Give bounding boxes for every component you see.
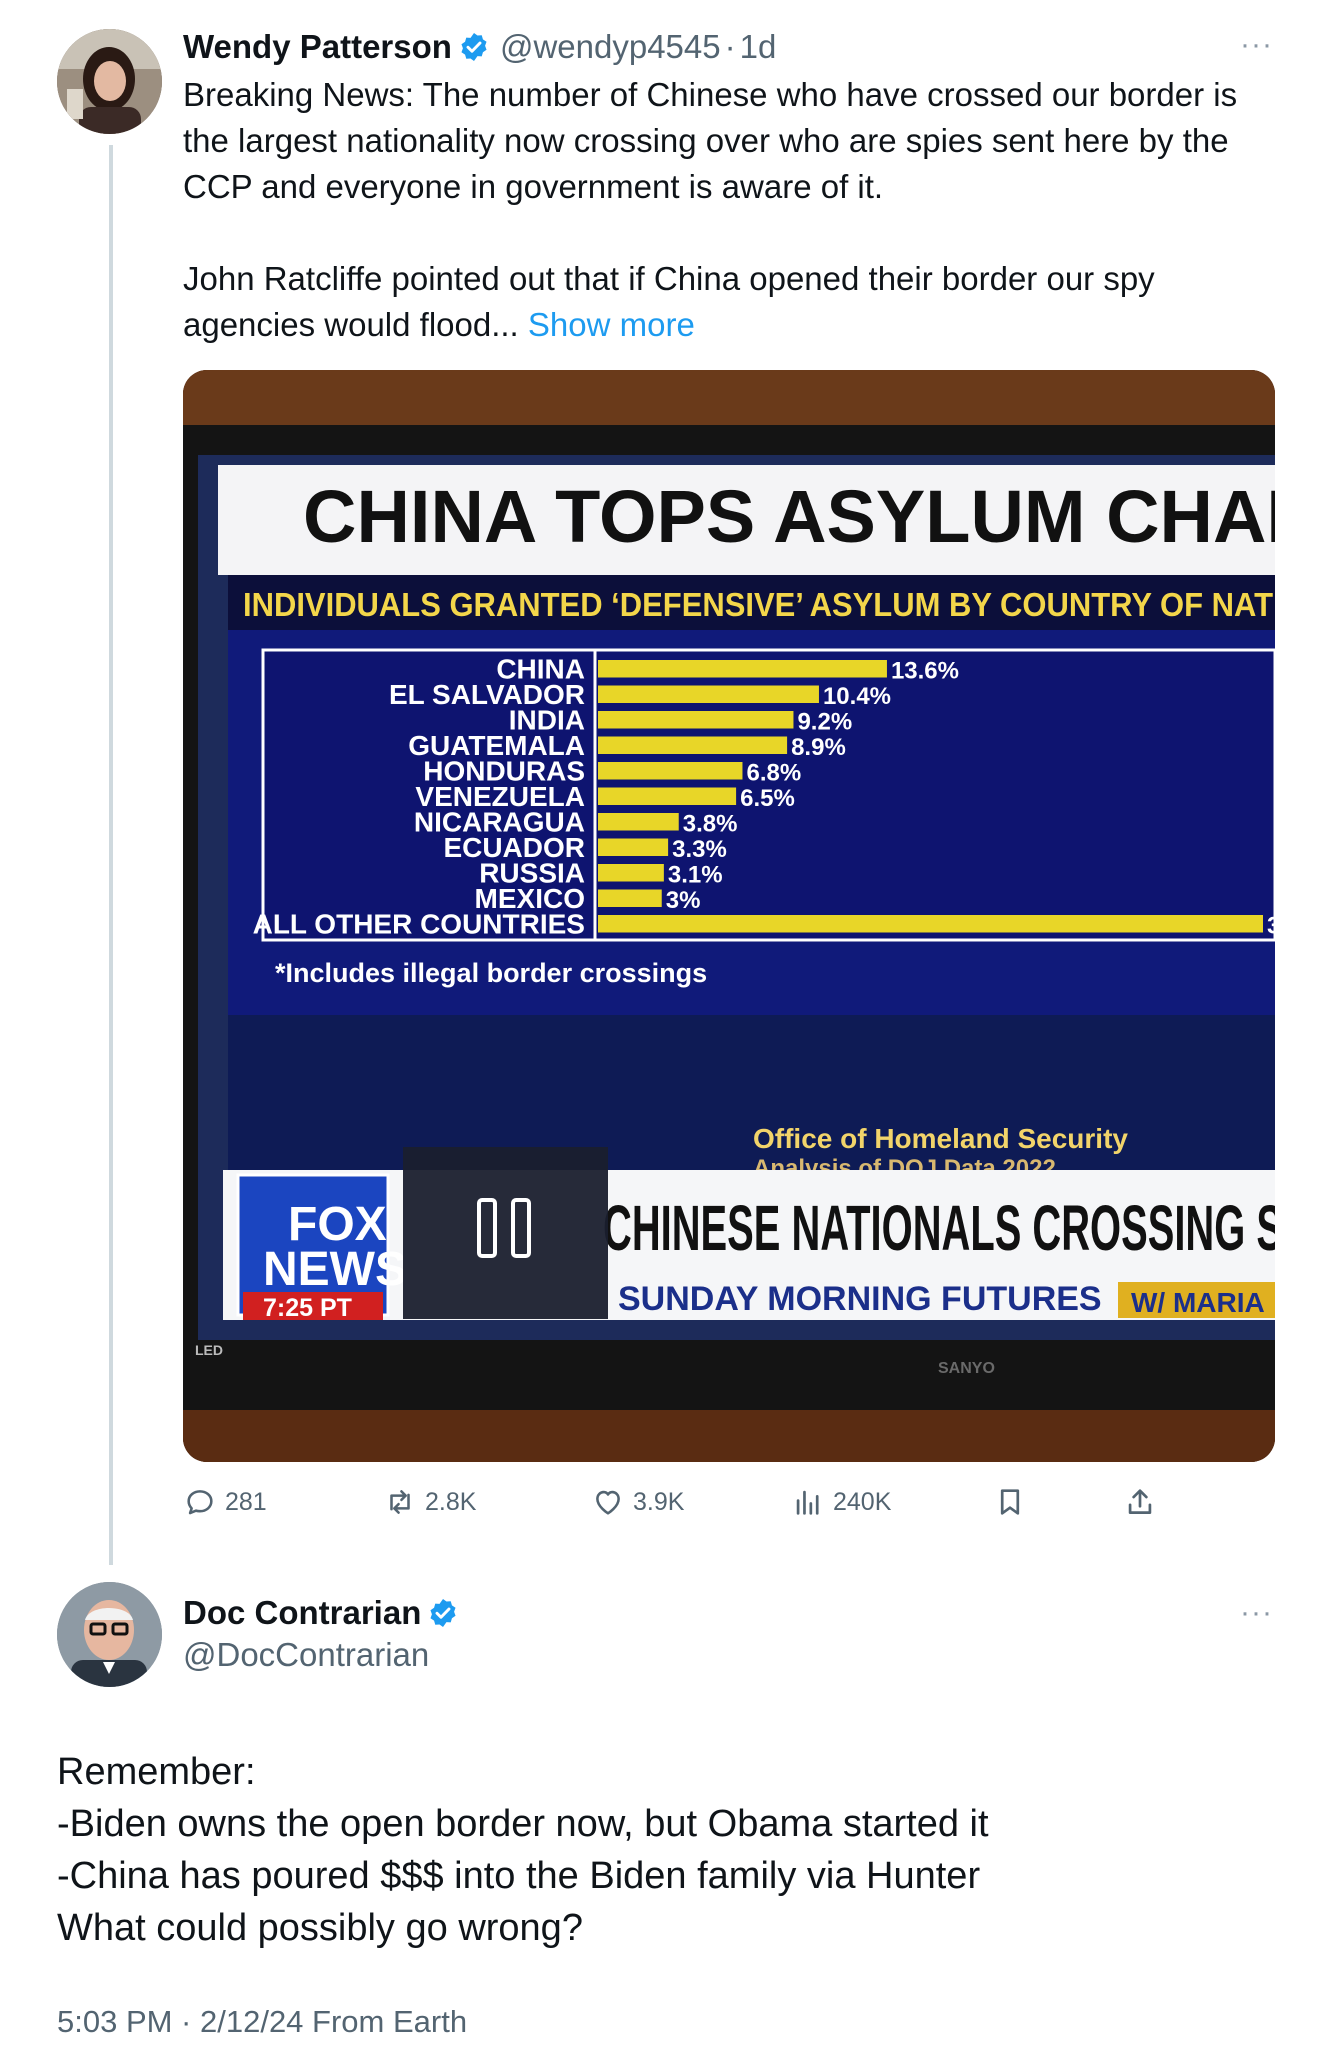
repost-button[interactable]: 2.8K: [383, 1480, 476, 1524]
chart-value-label: 10.4%: [823, 683, 891, 710]
verified-icon: [461, 33, 487, 61]
source-line1: Office of Homeland Security: [753, 1123, 1128, 1154]
chart-category-label: ALL OTHER COUNTRIES: [253, 909, 585, 940]
avatar-doc[interactable]: [57, 1582, 162, 1687]
tv-photo: CHINA TOPS ASYLUM CHAR INDIVIDUALS GRANT…: [183, 370, 1275, 1462]
tweet-action-bar: 281 2.8K 3.9K 240K: [183, 1480, 1183, 1524]
bookmark-button[interactable]: [993, 1480, 1035, 1524]
avatar-doc-image: [57, 1582, 162, 1687]
chart-bar: [598, 787, 737, 805]
chart-value-label: 3%: [666, 887, 701, 914]
pause-overlay[interactable]: [403, 1147, 608, 1319]
chart-bar: [598, 660, 887, 678]
chart-subheadline: INDIVIDUALS GRANTED ‘DEFENSIVE’ ASYLUM B…: [243, 586, 1273, 623]
views-button[interactable]: 240K: [791, 1480, 891, 1524]
chart-value-label: 3.1%: [668, 862, 723, 889]
tweet-text-line: agencies would flood...: [183, 306, 519, 343]
network-line2: NEWS: [263, 1243, 407, 1296]
chart-headline: CHINA TOPS ASYLUM CHAR: [303, 475, 1275, 558]
header-separator: ·: [724, 28, 736, 65]
chart-value-label: 6.5%: [740, 785, 795, 812]
chart-value-label: 3.8%: [683, 811, 738, 838]
reply-author-handle[interactable]: @DocContrarian: [183, 1636, 429, 1674]
tweet-text-line: CCP and everyone in government is aware …: [183, 168, 884, 205]
share-button[interactable]: [1123, 1480, 1165, 1524]
views-icon: [796, 1490, 819, 1515]
chart-bar: [598, 889, 662, 907]
reply-text-line: -Biden owns the open border now, but Oba…: [57, 1803, 989, 1845]
chart-bar: [598, 736, 788, 754]
verified-icon: [430, 1599, 456, 1627]
bookmark-icon: [1000, 1489, 1020, 1515]
chart-value-label: 13.6%: [891, 658, 959, 685]
thread-line: [109, 145, 113, 1565]
chart-value-label: 9.2%: [797, 709, 852, 736]
network-clock: 7:25 PT: [263, 1294, 352, 1322]
reply-text-line: -China has poured $$$ into the Biden fam…: [57, 1855, 981, 1897]
ticker-main: CHINESE NATIONALS CROSSING S: [603, 1192, 1275, 1264]
show-more-link[interactable]: Show more: [528, 306, 695, 343]
like-icon: [596, 1490, 620, 1515]
like-button[interactable]: 3.9K: [591, 1480, 684, 1524]
reply-timestamp[interactable]: 5:03 PM · 2/12/24 From Earth: [57, 2004, 467, 2040]
reply-author-name[interactable]: Doc Contrarian: [183, 1594, 421, 1632]
reply-header: Doc Contrarian: [183, 1590, 459, 1636]
tweet-text-line: the largest nationality now crossing ove…: [183, 122, 1229, 159]
tweet-time[interactable]: 1d: [740, 28, 777, 66]
tweet-text-line: Breaking News: The number of Chinese who…: [183, 76, 1238, 113]
tweet-media[interactable]: CHINA TOPS ASYLUM CHAR INDIVIDUALS GRANT…: [183, 370, 1275, 1462]
share-icon: [1128, 1489, 1152, 1514]
tweet-header: Wendy Patterson @wendyp4545 · 1d: [183, 24, 776, 70]
ticker-show: SUNDAY MORNING FUTURES: [618, 1280, 1102, 1318]
chart-bar: [598, 685, 819, 703]
chart-bar: [598, 762, 743, 780]
chart-bar: [598, 711, 794, 729]
repost-count: 2.8K: [425, 1487, 477, 1516]
chart-bar: [598, 864, 664, 882]
reply-count: 281: [225, 1487, 267, 1516]
chart-footnote: *Includes illegal border crossings: [275, 958, 707, 988]
avatar-wendy[interactable]: [57, 29, 162, 134]
tv-brand: SANYO: [938, 1360, 995, 1377]
more-icon[interactable]: ···: [1240, 1596, 1273, 1630]
chart-bar: [598, 915, 1263, 933]
tweet-text: Breaking News: The number of Chinese who…: [183, 72, 1293, 348]
chart-value-label: 31.3%: [1267, 913, 1275, 940]
reply-text-line: Remember:: [57, 1751, 256, 1793]
like-count: 3.9K: [633, 1487, 685, 1516]
reply-text-line: What could possibly go wrong?: [57, 1907, 583, 1949]
reply-text: Remember: -Biden owns the open border no…: [57, 1746, 1277, 1954]
tv-led-label: LED: [195, 1342, 223, 1358]
ticker-host: W/ MARIA: [1131, 1287, 1265, 1318]
chart-bar: [598, 838, 669, 856]
chart-bar: [598, 813, 679, 831]
more-icon[interactable]: ···: [1240, 28, 1273, 62]
chart-value-label: 3.3%: [672, 836, 727, 863]
author-name[interactable]: Wendy Patterson: [183, 28, 452, 66]
avatar-wendy-image: [57, 29, 162, 134]
chart-value-label: 6.8%: [746, 760, 801, 787]
chart-value-label: 8.9%: [791, 734, 846, 761]
repost-icon: [390, 1490, 410, 1514]
reply-button[interactable]: 281: [183, 1480, 267, 1524]
tweet-text-line: John Ratcliffe pointed out that if China…: [183, 260, 1155, 297]
reply-icon: [187, 1490, 213, 1515]
author-handle[interactable]: @wendyp4545: [500, 28, 721, 66]
views-count: 240K: [833, 1487, 892, 1516]
